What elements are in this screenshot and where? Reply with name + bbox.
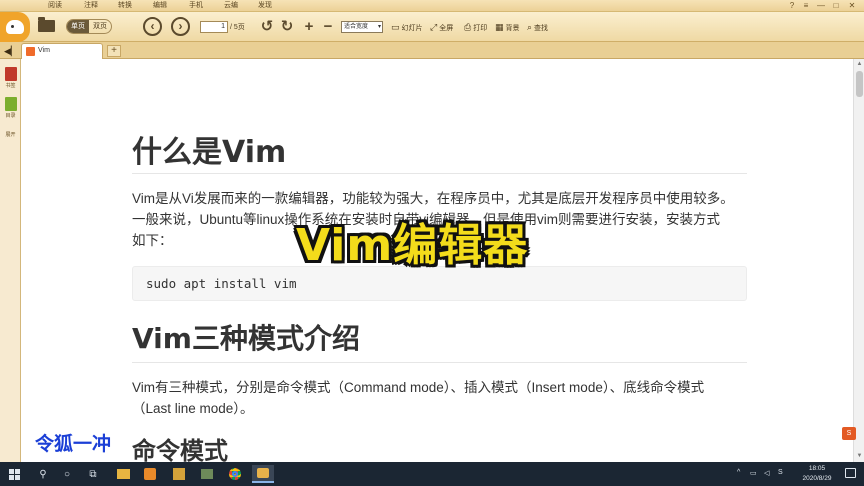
background-icon: ▦	[495, 22, 504, 32]
modes-line: （Last line mode）。	[132, 401, 254, 416]
scrollbar-thumb[interactable]	[856, 71, 863, 97]
taskbar-app-icon[interactable]	[196, 465, 218, 483]
cortana-icon[interactable]: ○	[56, 465, 78, 483]
fullscreen-icon: ⤢	[430, 22, 438, 32]
menu-icon[interactable]: ≡	[800, 0, 812, 12]
menu-bar: 阅读 注释 转换 编辑 手机 云编 发现 ? ≡ — □ ✕	[0, 0, 864, 12]
clock-time: 18:05	[808, 465, 826, 472]
zoom-value: 适合宽度	[344, 24, 369, 30]
slideshow-button[interactable]: ▭ 幻灯片	[391, 22, 423, 33]
windows-start-icon[interactable]	[9, 469, 20, 480]
menu-tab-mobile[interactable]: 手机	[189, 1, 203, 11]
ime-badge-icon: S	[842, 427, 856, 440]
double-page-button[interactable]: 双页	[89, 20, 111, 33]
print-button[interactable]: ⎙ 打印	[464, 22, 487, 33]
sidebar-label: 展开	[5, 132, 16, 138]
video-title-overlay: Vim编辑器	[296, 220, 529, 271]
menu-tab-discover[interactable]: 发现	[258, 1, 272, 11]
page-total: / 5页	[230, 24, 245, 31]
prev-page-icon[interactable]: ‹	[143, 17, 162, 36]
search-icon: ⌕	[527, 22, 533, 32]
background-button[interactable]: ▦ 背景	[495, 22, 520, 33]
zoom-in-icon[interactable]: +	[302, 18, 316, 35]
single-page-button[interactable]: 单页	[67, 20, 89, 33]
menu-tab-read[interactable]: 阅读	[48, 1, 62, 11]
bookmark-icon	[4, 67, 17, 81]
modes-line: Vim有三种模式，分别是命令模式（Command mode）、插入模式（Inse…	[132, 380, 705, 395]
taskbar-app-icon[interactable]	[139, 465, 161, 483]
clock-date: 2020/8/29	[802, 475, 832, 482]
intro-line: Vim是从Vi发展而来的一款编辑器，功能较为强大，在程序员中，尤其是底层开发程序…	[132, 191, 734, 206]
toc-icon	[4, 97, 17, 111]
slideshow-icon: ▭	[391, 22, 400, 32]
maximize-button[interactable]: □	[830, 0, 842, 12]
network-icon[interactable]: ▭	[750, 469, 757, 477]
tab-vim[interactable]: Vim	[21, 43, 103, 59]
menu-tab-cloud[interactable]: 云编	[224, 1, 238, 11]
next-page-icon[interactable]: ›	[171, 17, 190, 36]
view-mode-toggle: 单页 双页	[66, 19, 112, 34]
sidebar-item-toc[interactable]: 目录	[0, 97, 21, 119]
heading-divider	[132, 362, 747, 363]
vertical-scrollbar[interactable]: ▲ ▼	[853, 59, 864, 462]
task-view-icon[interactable]: ⧉	[82, 465, 104, 483]
fullscreen-button[interactable]: ⤢ 全屏	[430, 22, 453, 33]
close-button[interactable]: ✕	[846, 0, 858, 12]
new-tab-button[interactable]: +	[107, 45, 121, 57]
taskbar-search-icon[interactable]: ⚲	[32, 465, 54, 483]
scroll-up-icon[interactable]: ▲	[855, 60, 864, 69]
menu-tab-convert[interactable]: 转换	[118, 1, 132, 11]
document-tab-bar: Vim +	[0, 42, 864, 59]
open-folder-icon[interactable]	[36, 17, 56, 35]
taskbar-app-icon[interactable]	[168, 465, 190, 483]
heading-what-is-vim: 什么是Vim	[132, 135, 287, 170]
ime-icon[interactable]: S	[778, 469, 783, 476]
sidebar-label: 目录	[5, 113, 16, 119]
notification-icon[interactable]	[845, 468, 856, 478]
heading-divider	[132, 173, 747, 174]
tray-chevron-icon[interactable]: ^	[737, 469, 740, 476]
fullscreen-label: 全屏	[439, 24, 454, 32]
minimize-button[interactable]: —	[815, 0, 827, 12]
modes-paragraph: Vim有三种模式，分别是命令模式（Command mode）、插入模式（Inse…	[132, 377, 747, 419]
taskbar-clock[interactable]: 18:05 2020/8/29	[796, 464, 838, 484]
help-icon[interactable]: ?	[786, 0, 798, 12]
rotate-right-icon[interactable]: ↻	[280, 18, 294, 35]
pdf-reader-taskbar-icon[interactable]	[252, 465, 274, 483]
heading-three-modes: Vim三种模式介绍	[132, 322, 360, 355]
pdf-file-icon	[26, 47, 35, 56]
collapse-sidebar-icon[interactable]: ◀▏	[4, 46, 18, 57]
app-logo-icon[interactable]	[0, 12, 30, 42]
scroll-down-icon[interactable]: ▼	[855, 452, 864, 461]
zoom-select[interactable]: 适合宽度 ▾	[341, 21, 383, 33]
slideshow-label: 幻灯片	[401, 24, 423, 32]
sidebar-label: 书签	[5, 83, 16, 89]
sidebar-item-expand[interactable]: 展开	[0, 131, 21, 138]
rotate-left-icon[interactable]: ↺	[260, 18, 274, 35]
pdf-reader-window: 阅读 注释 转换 编辑 手机 云编 发现 ? ≡ — □ ✕ 单页 双页 ‹ ›…	[0, 0, 864, 462]
background-label: 背景	[505, 24, 520, 32]
volume-icon[interactable]: ◁	[764, 469, 769, 477]
print-icon: ⎙	[464, 22, 472, 32]
page-number-input[interactable]: 1	[200, 21, 228, 33]
zoom-out-icon[interactable]: −	[321, 18, 335, 35]
print-label: 打印	[473, 24, 488, 32]
menu-tab-edit[interactable]: 编辑	[153, 1, 167, 11]
sidebar-item-bookmarks[interactable]: 书签	[0, 67, 21, 89]
chevron-down-icon: ▾	[377, 24, 381, 30]
menu-tab-annotate[interactable]: 注释	[84, 1, 98, 11]
search-button[interactable]: ⌕ 查找	[527, 22, 548, 33]
tab-label: Vim	[38, 47, 50, 54]
left-sidebar: 书签 目录 展开	[0, 59, 21, 462]
file-explorer-icon[interactable]	[112, 465, 134, 483]
search-label: 查找	[534, 24, 549, 32]
heading-command-mode: 命令模式	[132, 437, 228, 462]
chrome-icon[interactable]	[224, 465, 246, 483]
author-watermark: 令狐一冲	[35, 433, 112, 455]
